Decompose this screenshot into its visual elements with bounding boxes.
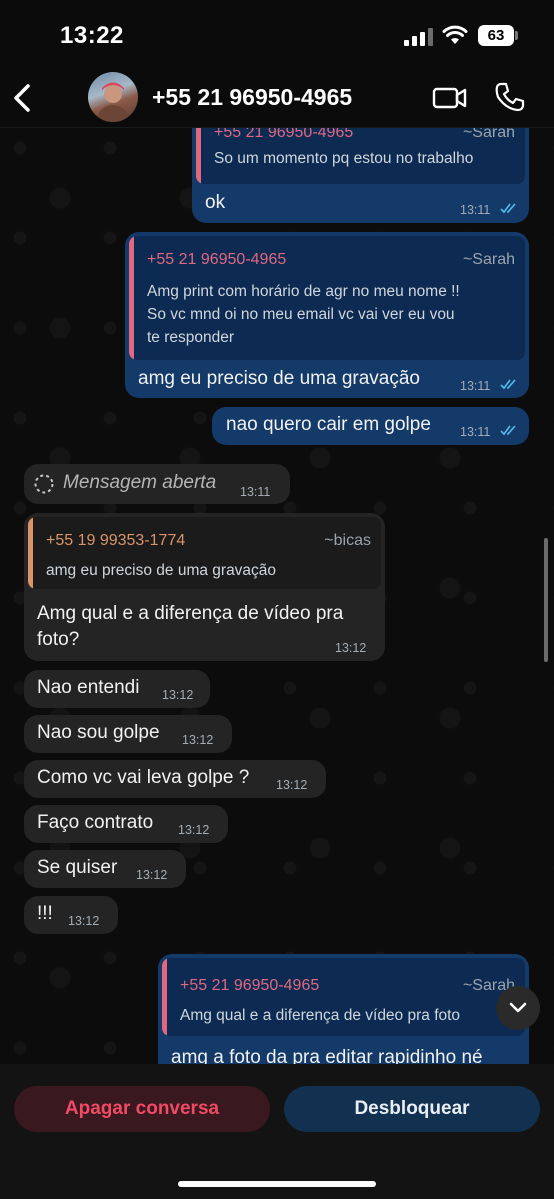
view-once-icon	[34, 474, 54, 494]
message-bubble-incoming[interactable]: !!! 13:12	[24, 896, 118, 934]
quoted-message[interactable]: +55 21 96950-4965 ~Sarah So um momento p…	[196, 128, 525, 184]
battery-tip	[515, 31, 518, 40]
quoted-text-line: te responder	[147, 329, 235, 346]
chat-area[interactable]: +55 21 96950-4965 ~Sarah So um momento p…	[0, 128, 554, 1064]
message-text-line: Amg qual e a diferença de vídeo pra	[37, 603, 344, 624]
double-check-icon	[500, 203, 516, 214]
quoted-text-line: So vc mnd oi no meu email vc vai ver eu …	[147, 306, 455, 323]
message-time: 13:12	[276, 778, 308, 792]
message-bubble-outgoing[interactable]: nao quero cair em golpe 13:11	[212, 407, 529, 445]
message-text: ok	[205, 192, 226, 213]
quoted-sender: +55 21 96950-4965	[147, 251, 287, 268]
message-bubble-outgoing[interactable]: +55 21 96950-4965 ~Sarah Amg print com h…	[125, 232, 529, 398]
message-time: 13:12	[182, 733, 214, 747]
message-text: Se quiser	[37, 857, 118, 878]
message-time: 13:11	[240, 485, 271, 499]
battery-indicator: 63	[478, 25, 514, 46]
double-check-icon	[500, 425, 516, 436]
quoted-message[interactable]: +55 19 99353-1774 ~bicas amg eu preciso …	[28, 517, 381, 589]
quoted-alias: ~Sarah	[462, 128, 515, 141]
blocked-contact-actions: Apagar conversa Desbloquear	[0, 1064, 554, 1199]
message-text-line: foto?	[37, 629, 80, 650]
quoted-sender: +55 21 96950-4965	[180, 977, 320, 994]
quoted-sender: +55 21 96950-4965	[214, 128, 354, 141]
chevron-down-icon	[509, 1002, 527, 1013]
message-bubble-incoming[interactable]: Se quiser 13:12	[24, 850, 186, 888]
cellular-signal-icon	[404, 28, 434, 46]
video-camera-icon[interactable]	[432, 84, 468, 112]
message-bubble-incoming[interactable]: Nao sou golpe 13:12	[24, 715, 232, 753]
message-text: amg eu preciso de uma gravação	[138, 368, 420, 389]
avatar[interactable]	[88, 72, 138, 122]
quoted-sender: +55 19 99353-1774	[46, 532, 186, 549]
contact-name[interactable]: +55 21 96950-4965	[152, 84, 352, 111]
message-bubble-incoming[interactable]: Como vc vai leva golpe ? 13:12	[24, 760, 326, 798]
quoted-alias: ~bicas	[324, 532, 371, 549]
message-text: Faço contrato	[37, 812, 154, 833]
message-time: 13:11	[460, 203, 491, 217]
quoted-message[interactable]: +55 21 96950-4965 ~Sarah Amg qual e a di…	[162, 958, 525, 1036]
message-bubble-incoming[interactable]: +55 19 99353-1774 ~bicas amg eu preciso …	[24, 513, 385, 661]
chevron-left-icon[interactable]	[8, 78, 38, 118]
quoted-message[interactable]: +55 21 96950-4965 ~Sarah Amg print com h…	[129, 236, 525, 360]
phone-icon[interactable]	[494, 81, 526, 113]
double-check-icon	[500, 379, 516, 390]
status-time: 13:22	[60, 22, 124, 49]
message-bubble-incoming[interactable]: Faço contrato 13:12	[24, 805, 228, 843]
message-time: 13:12	[136, 868, 168, 882]
delete-chat-button[interactable]: Apagar conversa	[14, 1086, 270, 1132]
message-bubble-incoming[interactable]: Nao entendi 13:12	[24, 670, 210, 708]
unblock-button[interactable]: Desbloquear	[284, 1086, 540, 1132]
scrollbar-thumb[interactable]	[544, 538, 548, 662]
message-text: !!!	[37, 903, 53, 924]
message-text: Como vc vai leva golpe ?	[37, 767, 250, 788]
quoted-text: Amg qual e a diferença de vídeo pra foto	[180, 1007, 461, 1024]
message-time: 13:12	[162, 688, 194, 702]
message-text: amg a foto da pra editar rapidinho né	[171, 1047, 483, 1064]
quoted-text: amg eu preciso de uma gravação	[46, 562, 277, 579]
chat-header: +55 21 96950-4965	[0, 70, 554, 128]
message-text: Nao entendi	[37, 677, 140, 698]
quoted-alias: ~Sarah	[462, 251, 515, 268]
message-text: Nao sou golpe	[37, 722, 160, 743]
view-once-label: Mensagem aberta	[63, 472, 217, 493]
view-once-message[interactable]: Mensagem aberta 13:11	[24, 464, 290, 504]
quoted-text-line: Amg print com horário de agr no meu nome…	[147, 283, 460, 300]
quoted-text: So um momento pq estou no trabalho	[214, 150, 474, 167]
message-text: nao quero cair em golpe	[226, 414, 431, 435]
scroll-to-bottom-button[interactable]	[496, 986, 540, 1030]
home-indicator[interactable]	[178, 1181, 376, 1187]
message-time: 13:11	[460, 425, 491, 439]
wifi-icon	[442, 25, 468, 44]
status-bar: 13:22 63	[0, 0, 554, 70]
message-bubble-outgoing[interactable]: +55 21 96950-4965 ~Sarah So um momento p…	[192, 128, 529, 223]
message-time: 13:11	[460, 379, 491, 393]
message-time: 13:12	[335, 641, 367, 655]
message-time: 13:12	[178, 823, 210, 837]
message-time: 13:12	[68, 914, 100, 928]
message-bubble-outgoing[interactable]: +55 21 96950-4965 ~Sarah Amg qual e a di…	[158, 954, 529, 1064]
